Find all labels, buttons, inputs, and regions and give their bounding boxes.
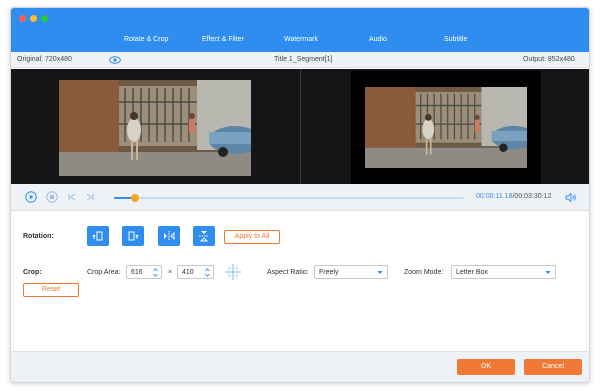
zoom-mode-value: Letter Box (456, 269, 488, 276)
original-preview[interactable] (11, 69, 300, 184)
segment-title: Title 1_Segment[1] (274, 56, 333, 63)
volume-icon[interactable] (565, 192, 577, 203)
rotation-label: Rotation: (23, 233, 54, 240)
current-time: 00:00:11.18 (476, 193, 513, 200)
editor-window: Rotate & Crop Effect & Filter Watermark … (10, 7, 590, 383)
minimize-dot[interactable] (30, 15, 37, 22)
times-sign: × (168, 269, 173, 276)
flip-horizontal-icon (164, 231, 175, 241)
eye-icon[interactable] (109, 55, 121, 65)
footer-bar: OK Cancel (11, 351, 589, 382)
title-bar: Rotate & Crop Effect & Filter Watermark … (11, 8, 589, 52)
ok-button[interactable]: OK (457, 359, 515, 375)
output-video-frame (365, 87, 527, 168)
playback-controls: 00:00:11.18/00:03:30.12 (11, 184, 589, 211)
aspect-ratio-select[interactable]: Freely (314, 265, 388, 279)
tab-subtitle[interactable]: Subtitle (444, 36, 467, 43)
rotate-right-button[interactable] (122, 226, 144, 246)
output-letterbox (351, 71, 541, 184)
rotate-left-icon (92, 231, 103, 241)
rotate-right-icon (128, 231, 139, 241)
zoom-mode-select[interactable]: Letter Box (451, 265, 556, 279)
rotate-left-button[interactable] (87, 226, 109, 246)
cancel-button[interactable]: Cancel (524, 359, 582, 375)
crop-label: Crop: (23, 269, 42, 276)
reset-button[interactable]: Reset (23, 283, 79, 297)
stop-icon[interactable] (46, 191, 58, 203)
tab-watermark[interactable]: Watermark (284, 36, 318, 43)
zoom-mode-label: Zoom Mode: (404, 269, 444, 276)
tab-audio[interactable]: Audio (369, 36, 387, 43)
crop-width-field[interactable]: 616 (126, 265, 162, 279)
progress-track[interactable] (114, 194, 464, 202)
duration: 00:03:30.12 (514, 193, 552, 200)
crop-area-label: Crop Area: (87, 269, 121, 276)
flip-horizontal-button[interactable] (158, 226, 180, 246)
output-preview[interactable] (301, 69, 589, 184)
crop-center-icon[interactable] (224, 264, 242, 280)
flip-vertical-icon (199, 231, 209, 242)
crop-width-value: 616 (131, 269, 143, 276)
video-area (11, 69, 589, 184)
crop-height-field[interactable]: 410 (177, 265, 214, 279)
original-resolution: Original: 720x480 (17, 56, 72, 63)
tab-bar: Rotate & Crop Effect & Filter Watermark … (11, 32, 589, 52)
maximize-dot[interactable] (41, 15, 48, 22)
next-frame-icon[interactable] (84, 191, 96, 203)
width-stepper-icon[interactable] (152, 267, 159, 278)
height-stepper-icon[interactable] (204, 267, 211, 278)
tab-rotate-crop[interactable]: Rotate & Crop (124, 36, 168, 43)
aspect-ratio-value: Freely (319, 269, 339, 276)
aspect-ratio-label: Aspect Ratio: (267, 269, 309, 276)
chevron-down-icon (545, 271, 551, 274)
previous-frame-icon[interactable] (66, 191, 78, 203)
tab-effect-filter[interactable]: Effect & Filter (202, 36, 244, 43)
flip-vertical-button[interactable] (193, 226, 215, 246)
info-bar: Original: 720x480 Title 1_Segment[1] Out… (11, 52, 589, 68)
crop-height-value: 410 (182, 269, 194, 276)
chevron-down-icon (377, 271, 383, 274)
apply-to-all-button[interactable]: Apply to All (224, 230, 280, 244)
progress-thumb[interactable] (131, 194, 139, 202)
output-resolution: Output: 852x480 (523, 56, 575, 63)
play-icon[interactable] (25, 191, 37, 203)
close-dot[interactable] (19, 15, 26, 22)
original-video-frame (59, 80, 251, 176)
time-readout: 00:00:11.18/00:03:30.12 (476, 193, 551, 200)
